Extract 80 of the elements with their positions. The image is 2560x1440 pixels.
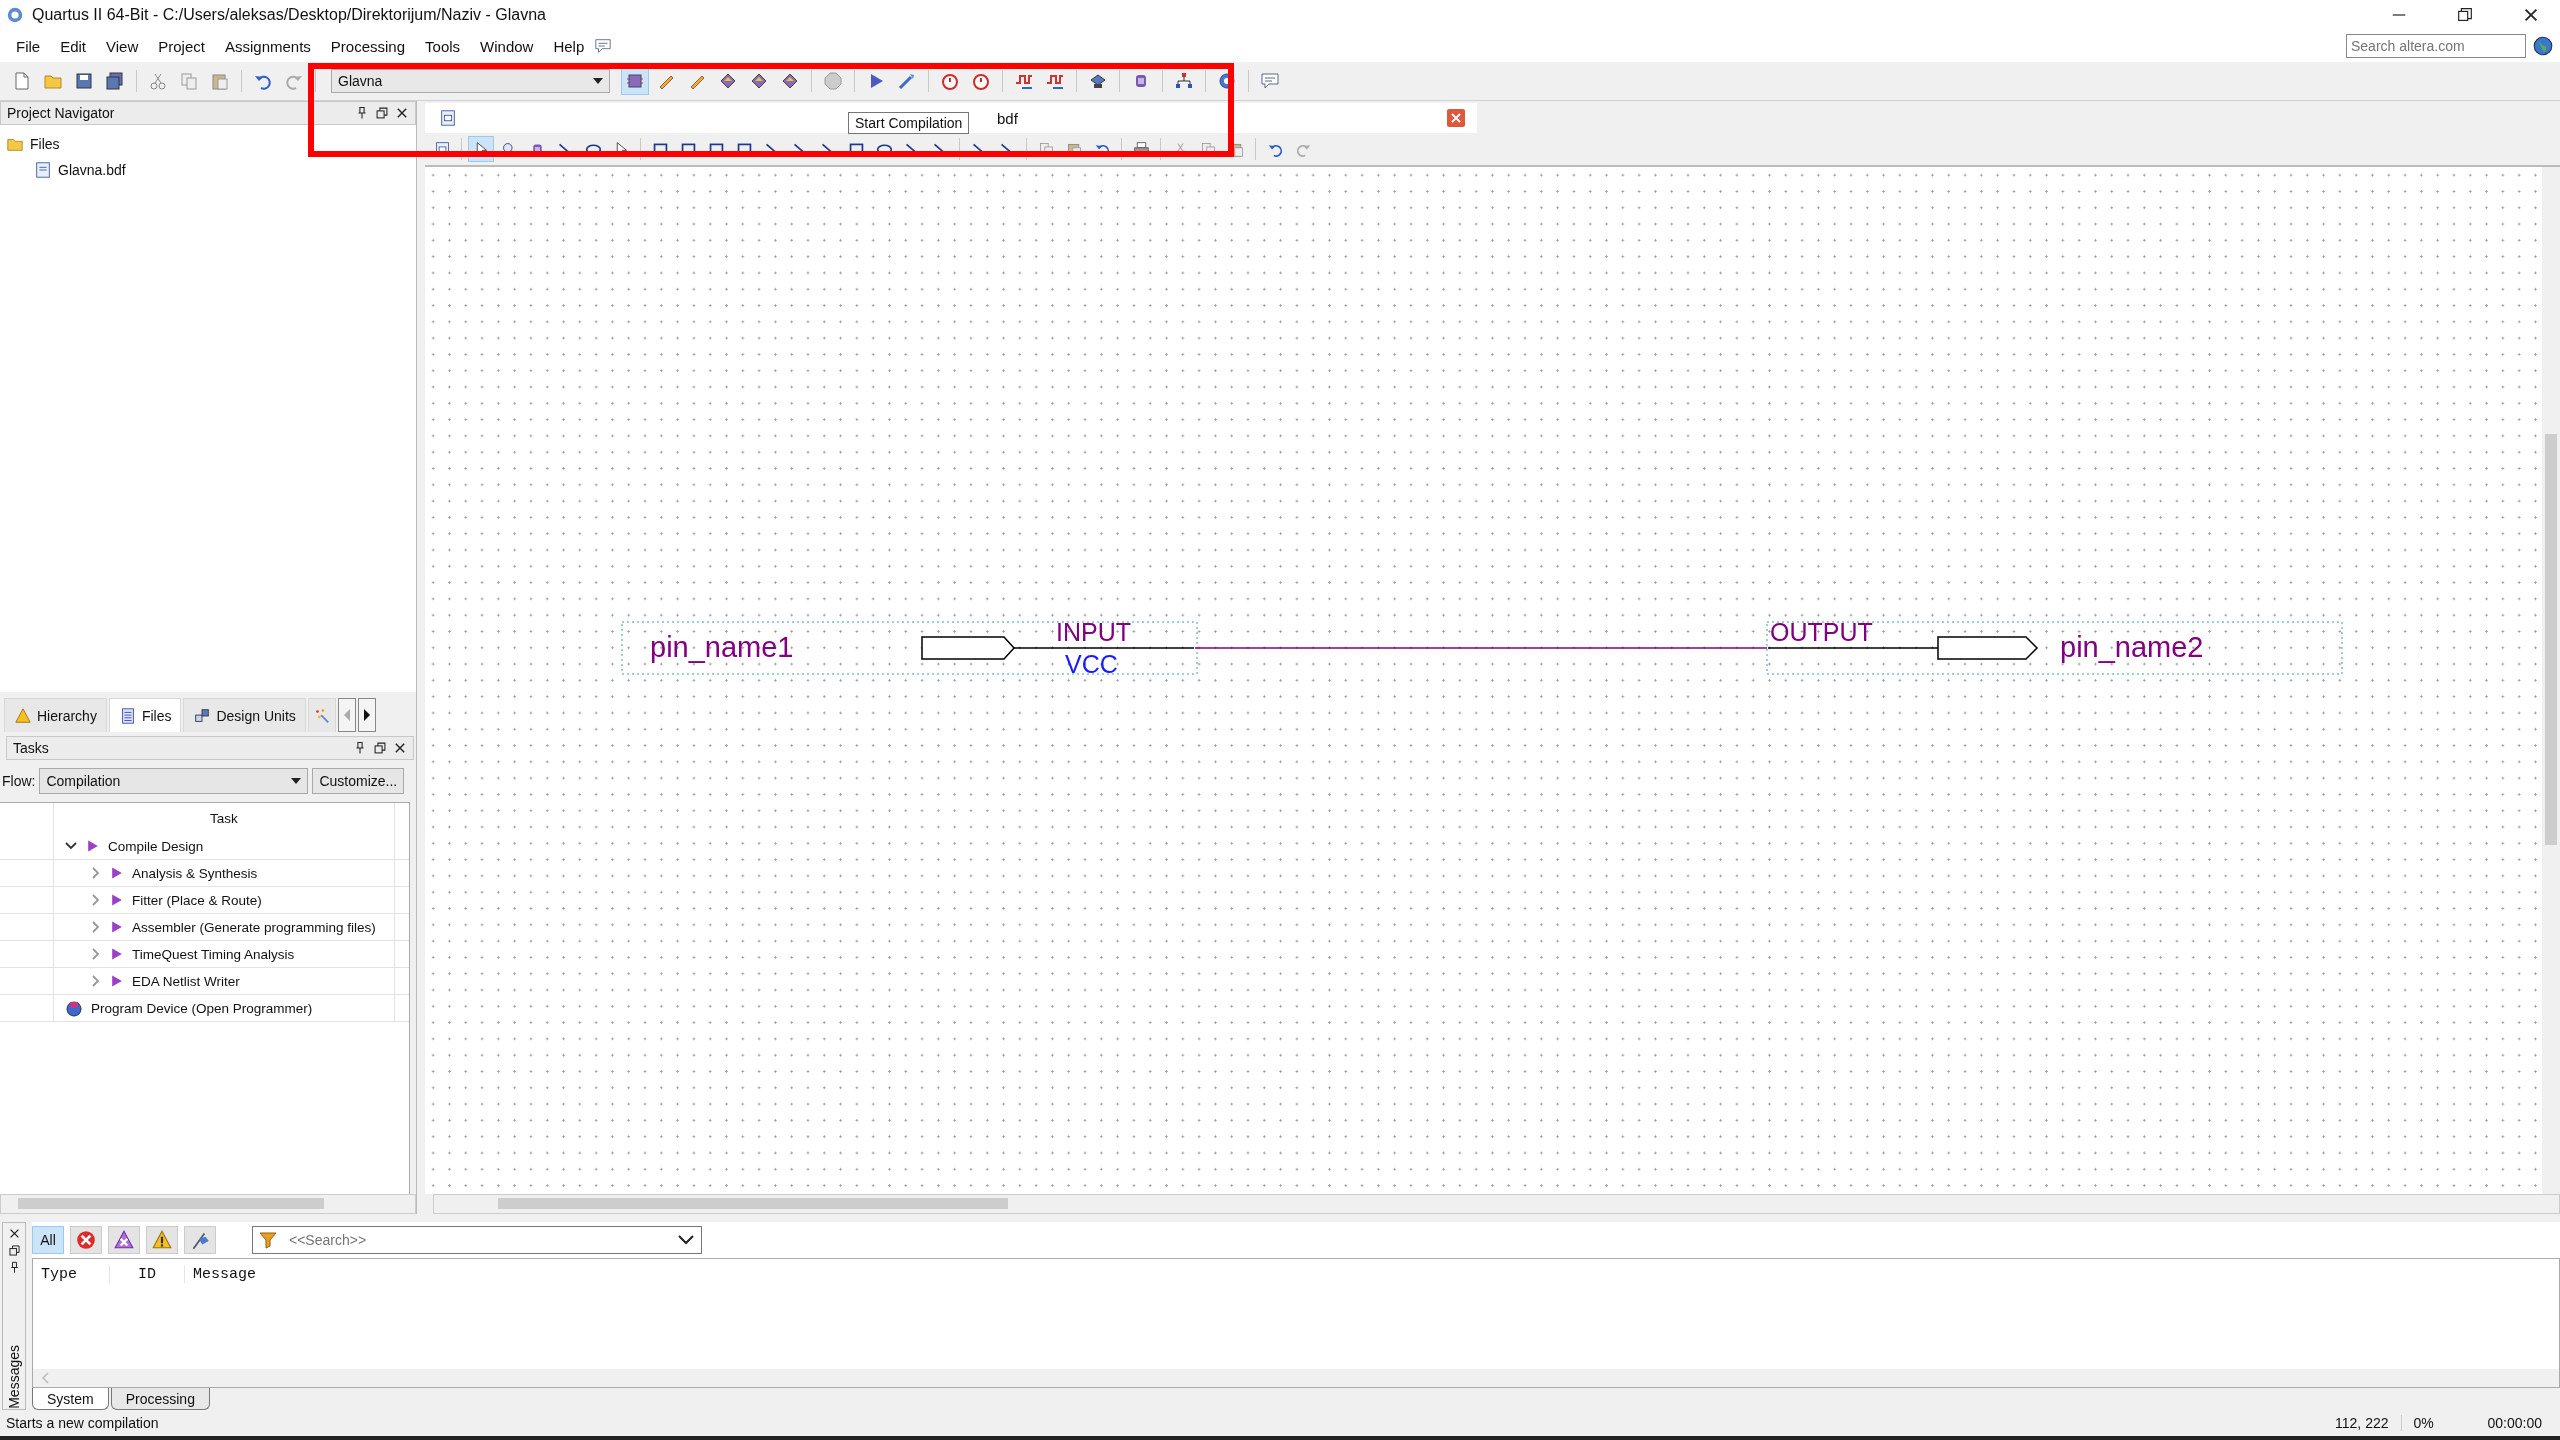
panel-title: Project Navigator (7, 105, 115, 121)
pin-name: pin_name2 (2060, 631, 2204, 663)
task-item[interactable]: EDA Netlist Writer (132, 973, 240, 989)
speech-bubble-icon[interactable] (594, 37, 613, 55)
menu-item[interactable]: Assignments (214, 37, 321, 55)
pin-frame[interactable] (1766, 621, 2343, 675)
progress-text: 0% (2400, 1415, 2476, 1431)
cursor-coordinates: 112, 222 (2334, 1415, 2390, 1431)
flow-label: Flow: (2, 773, 36, 789)
filter-button[interactable]: All (32, 1226, 64, 1254)
task-item[interactable]: Fitter (Place & Route) (132, 892, 262, 908)
horizontal-scrollbar[interactable] (0, 1194, 416, 1214)
chevron-down-icon[interactable] (678, 1235, 694, 1245)
menu-item[interactable]: Project (148, 37, 215, 55)
file-icon (34, 161, 52, 179)
navigator-item[interactable]: Glavna.bdf (58, 162, 126, 178)
close-tab-icon[interactable] (1435, 103, 1477, 133)
pin-frame[interactable] (621, 621, 1198, 675)
menu-item[interactable]: File (6, 37, 51, 55)
critical-filter-icon[interactable] (108, 1226, 140, 1254)
app-icon (6, 6, 24, 24)
schematic-canvas[interactable]: pin_name1 INPUT VCC OUTPUT pin_name2 (425, 167, 2542, 1194)
column-header: Task (210, 810, 238, 826)
flow-dropdown[interactable]: Compilation (39, 768, 309, 794)
scroll-right-icon[interactable] (357, 698, 376, 732)
close-icon[interactable] (393, 741, 407, 755)
panel-tab[interactable]: Hierarchy (4, 698, 107, 732)
horizontal-scrollbar[interactable] (33, 1369, 2559, 1387)
chip-icon[interactable] (621, 67, 649, 95)
output-pin-symbol[interactable] (1937, 636, 2039, 660)
elapsed-time: 00:00:00 (2486, 1415, 2543, 1431)
status-text: Starts a new compilation (6, 1415, 159, 1431)
warning-triangle-icon (14, 706, 32, 725)
column-header: Type (33, 1265, 110, 1283)
flag-filter-icon[interactable] (184, 1226, 216, 1254)
menu-item[interactable]: Edit (50, 37, 97, 55)
task-item[interactable]: Compile Design (108, 838, 204, 854)
blocks-icon (193, 706, 212, 725)
panel-title: Messages (6, 1344, 22, 1409)
tooltip: Start Compilation (848, 112, 970, 134)
message-tab[interactable]: System (32, 1388, 109, 1410)
globe-icon[interactable] (2532, 35, 2554, 57)
pin-default-label: VCC (1065, 650, 1118, 678)
message-search-field[interactable]: <<Search>> (252, 1226, 702, 1254)
caret-icon[interactable] (291, 778, 302, 784)
document-icon (439, 109, 457, 127)
column-header: ID (110, 1265, 185, 1283)
column-header: Message (192, 1265, 257, 1283)
task-item[interactable]: Assembler (Generate programming files) (132, 919, 376, 935)
pin-type-label: OUTPUT (1770, 618, 1873, 646)
project-dropdown[interactable]: Glavna (331, 69, 610, 93)
task-item[interactable]: TimeQuest Timing Analysis (132, 946, 295, 962)
menu-item[interactable]: Window (470, 37, 544, 55)
horizontal-scrollbar[interactable] (433, 1194, 2560, 1214)
panel-title: Tasks (13, 740, 49, 756)
message-tab[interactable]: Processing (110, 1388, 210, 1410)
float-icon[interactable] (7, 1244, 21, 1257)
customize-button[interactable]: Customize... (312, 768, 405, 794)
window-title: Quartus II 64-Bit - C:/Users/aleksas/Desktop/Direktorijum/Naziv - Glavna (32, 6, 546, 24)
input-pin-symbol[interactable] (921, 636, 1015, 660)
float-icon[interactable] (375, 106, 389, 120)
search-field[interactable]: Search altera.com (2346, 34, 2526, 58)
error-filter-icon[interactable] (70, 1226, 102, 1254)
warning-filter-icon[interactable] (146, 1226, 178, 1254)
menu-item[interactable]: Tools (415, 37, 471, 55)
task-item[interactable]: Analysis & Synthesis (132, 865, 258, 881)
pin-name: pin_name1 (650, 631, 794, 663)
task-item[interactable]: Program Device (Open Programmer) (91, 1000, 313, 1016)
menu-item[interactable]: Processing (320, 37, 416, 55)
programmer-icon[interactable] (64, 998, 84, 1018)
close-icon[interactable] (395, 106, 409, 120)
float-icon[interactable] (373, 741, 387, 755)
funnel-icon[interactable] (258, 1230, 278, 1250)
panel-tab[interactable]: Files (108, 698, 182, 732)
caret-icon[interactable] (593, 78, 603, 84)
navigator-item[interactable]: Files (30, 136, 60, 152)
panel-tab[interactable]: Design Units (183, 698, 306, 732)
pin-type-label: INPUT (1056, 618, 1131, 646)
menu-item[interactable]: Help (543, 37, 595, 55)
menu-item[interactable]: View (96, 37, 149, 55)
